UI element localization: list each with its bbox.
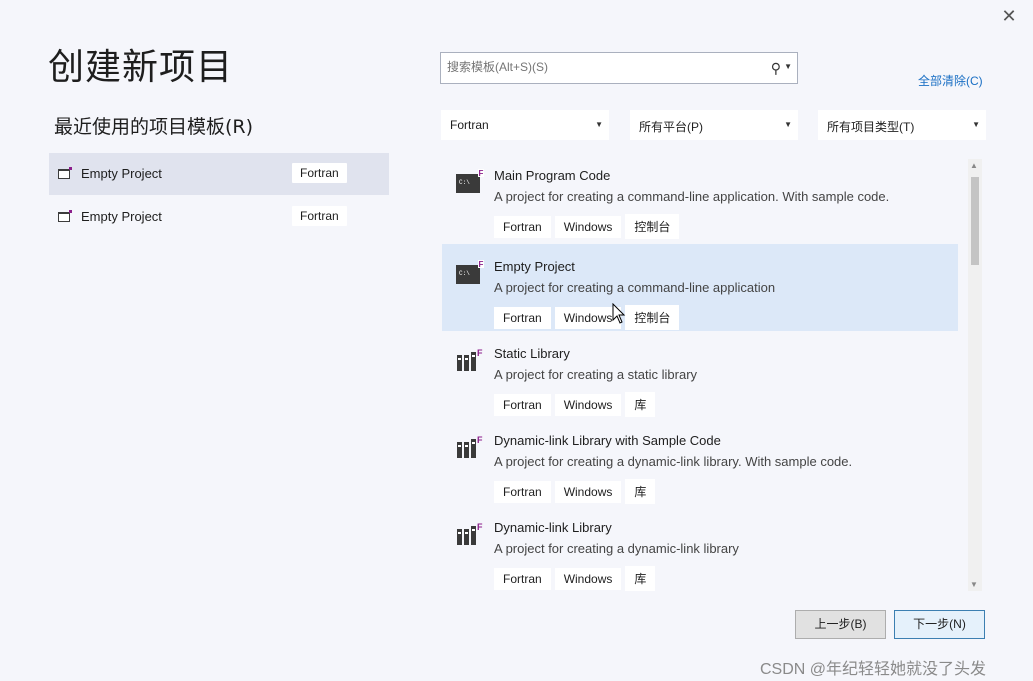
template-name: Static Library — [494, 346, 570, 361]
svg-text:F: F — [479, 260, 484, 269]
template-description: A project for creating a command-line ap… — [494, 189, 890, 204]
chevron-down-icon[interactable]: ▼ — [784, 62, 792, 71]
template-tag: 库 — [625, 566, 656, 591]
project-type-filter-dropdown[interactable]: 所有项目类型(T) ▼ — [818, 110, 986, 140]
template-name: Empty Project — [494, 259, 575, 274]
template-list[interactable]: C:\ F Main Program Code A project for cr… — [442, 153, 958, 593]
template-name: Dynamic-link Library with Sample Code — [494, 433, 721, 448]
template-description: A project for creating a dynamic-link li… — [494, 454, 853, 469]
language-filter-value: Fortran — [450, 118, 489, 132]
recent-item-name: Empty Project — [81, 166, 162, 181]
scroll-down-icon[interactable]: ▼ — [970, 580, 978, 589]
template-description: A project for creating a dynamic-link li… — [494, 541, 739, 556]
template-tag: 库 — [625, 392, 656, 417]
page-title: 创建新项目 — [48, 47, 234, 88]
template-tag: Fortran — [494, 568, 551, 590]
search-box[interactable]: ⚲ ▼ — [440, 52, 798, 84]
scroll-up-icon[interactable]: ▲ — [970, 161, 978, 170]
template-item[interactable]: F Static Library A project for creating … — [442, 331, 958, 418]
console-icon — [58, 167, 72, 179]
chevron-down-icon: ▼ — [595, 120, 603, 129]
console-icon — [58, 210, 72, 222]
template-item[interactable]: F Dynamic-link Library with Sample Code … — [442, 418, 958, 505]
search-input[interactable] — [445, 59, 759, 75]
recent-item-name: Empty Project — [81, 209, 162, 224]
console-icon: C:\ F — [456, 169, 484, 193]
recent-item[interactable]: Empty Project Fortran — [49, 153, 389, 195]
library-icon: F — [457, 522, 483, 545]
scrollbar-thumb[interactable] — [971, 177, 979, 265]
mouse-cursor-icon — [612, 303, 626, 324]
console-icon: C:\ F — [456, 260, 484, 284]
template-item[interactable]: C:\ F Main Program Code A project for cr… — [442, 153, 958, 240]
template-tag: 控制台 — [625, 305, 680, 330]
library-icon: F — [457, 435, 483, 458]
recent-item[interactable]: Empty Project Fortran — [49, 196, 389, 238]
svg-text:F: F — [479, 169, 484, 178]
template-tag: Fortran — [494, 307, 551, 329]
library-icon: F — [457, 348, 483, 371]
chevron-down-icon: ▼ — [972, 120, 980, 129]
recent-templates-heading: 最近使用的项目模板(R) — [54, 116, 254, 138]
svg-text:F: F — [477, 348, 483, 358]
platform-filter-dropdown[interactable]: 所有平台(P) ▼ — [630, 110, 798, 140]
svg-text:F: F — [477, 522, 483, 532]
template-tag: Windows — [554, 394, 622, 416]
search-icon[interactable]: ⚲ — [771, 60, 781, 77]
recent-item-tag: Fortran — [292, 163, 347, 183]
template-tag: Fortran — [494, 481, 551, 503]
template-tag: 库 — [625, 479, 656, 504]
watermark: CSDN @年纪轻轻她就没了头发 — [760, 661, 987, 678]
recent-item-tag: Fortran — [292, 206, 347, 226]
svg-text:C:\: C:\ — [459, 179, 470, 186]
template-item[interactable]: C:\ F Empty Project A project for creati… — [442, 244, 958, 331]
template-tag: 控制台 — [625, 214, 680, 239]
template-tag: Fortran — [494, 394, 551, 416]
chevron-down-icon: ▼ — [784, 120, 792, 129]
next-button[interactable]: 下一步(N) — [894, 610, 985, 639]
svg-text:F: F — [477, 435, 483, 445]
template-description: A project for creating a command-line ap… — [494, 280, 776, 295]
template-description: A project for creating a static library — [494, 367, 698, 382]
template-name: Dynamic-link Library — [494, 520, 612, 535]
template-tag: Windows — [554, 216, 622, 238]
scrollbar[interactable]: ▲ ▼ — [968, 159, 982, 591]
language-filter-dropdown[interactable]: Fortran ▼ — [441, 110, 609, 140]
template-tag: Fortran — [494, 216, 551, 238]
template-item[interactable]: F Dynamic-link Library A project for cre… — [442, 505, 958, 592]
svg-text:C:\: C:\ — [459, 270, 470, 277]
back-button[interactable]: 上一步(B) — [795, 610, 886, 639]
template-tag: Windows — [554, 481, 622, 503]
project-type-filter-value: 所有项目类型(T) — [827, 120, 915, 134]
template-name: Main Program Code — [494, 168, 611, 183]
clear-all-link[interactable]: 全部清除(C) — [918, 72, 983, 89]
close-icon[interactable]: ✕ — [997, 5, 1021, 27]
platform-filter-value: 所有平台(P) — [639, 120, 703, 134]
template-tag: Windows — [554, 568, 622, 590]
